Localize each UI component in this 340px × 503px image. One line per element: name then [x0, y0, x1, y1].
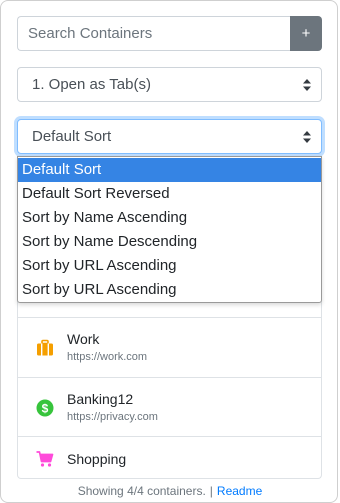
- container-count-status: Showing 4/4 containers.: [77, 484, 206, 498]
- sort-option[interactable]: Default Sort: [18, 158, 321, 182]
- container-item-shopping[interactable]: Shopping: [18, 436, 321, 478]
- footer-separator: |: [209, 484, 213, 498]
- search-input[interactable]: [17, 16, 290, 51]
- svg-text:$: $: [42, 402, 49, 416]
- sort-dropdown-list: Default Sort Default Sort Reversed Sort …: [17, 156, 322, 303]
- popup-panel: + 1. Open as Tab(s) Default Sort Default…: [0, 0, 338, 503]
- sort-option[interactable]: Sort by URL Ascending: [18, 278, 321, 302]
- container-name: Shopping: [67, 451, 127, 467]
- sort-selected: Default Sort: [32, 128, 112, 145]
- sort-option[interactable]: Default Sort Reversed: [18, 182, 321, 206]
- dollar-icon: $: [36, 399, 54, 417]
- readme-link[interactable]: Readme: [217, 484, 262, 498]
- cart-icon: [36, 451, 54, 467]
- container-item-banking12[interactable]: $ Banking12 https://privacy.com: [18, 377, 321, 436]
- open-mode-select[interactable]: 1. Open as Tab(s): [17, 67, 322, 102]
- container-url: https://privacy.com: [67, 411, 158, 423]
- sort-option[interactable]: Sort by Name Descending: [18, 230, 321, 254]
- container-name: Work: [67, 331, 100, 347]
- sort-select[interactable]: Default Sort: [17, 119, 322, 154]
- container-name: Banking12: [67, 391, 134, 407]
- select-caret-icon: [303, 79, 311, 91]
- sort-option[interactable]: Sort by URL Ascending: [18, 254, 321, 278]
- container-list: Work https://work.com $ Banking12 https:…: [17, 301, 322, 479]
- container-url: https://work.com: [67, 351, 148, 363]
- container-item-work[interactable]: Work https://work.com: [18, 317, 321, 377]
- open-mode-selected: 1. Open as Tab(s): [32, 76, 151, 93]
- sort-option[interactable]: Sort by Name Ascending: [18, 206, 321, 230]
- add-container-button[interactable]: +: [290, 16, 322, 51]
- briefcase-icon: [37, 339, 53, 356]
- footer: Showing 4/4 containers. | Readme: [1, 484, 339, 498]
- select-caret-icon: [303, 131, 311, 143]
